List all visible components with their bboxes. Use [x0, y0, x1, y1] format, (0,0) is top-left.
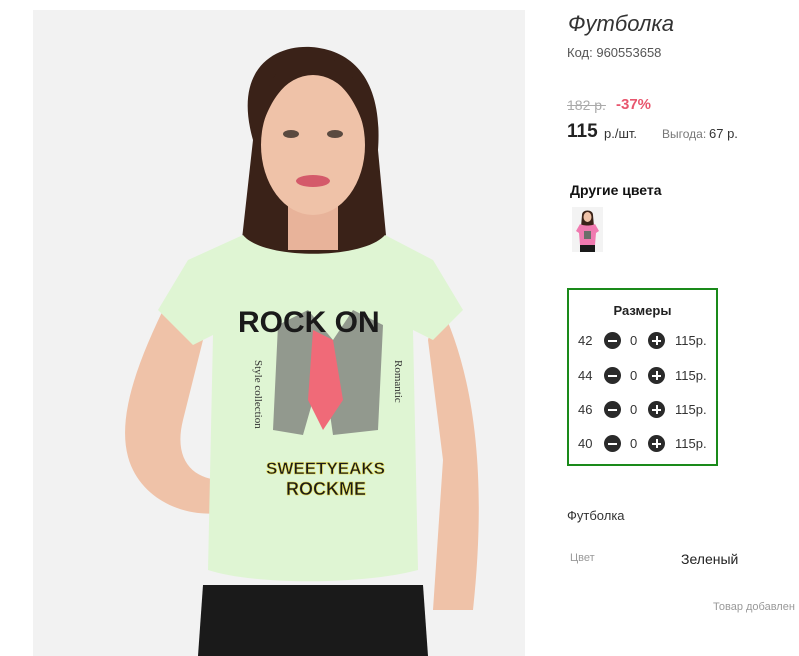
color-label: Цвет [570, 552, 595, 564]
print-rockme: ROCKME [286, 479, 366, 499]
size-label: 40 [578, 436, 593, 451]
code-label: Код: [567, 45, 593, 60]
print-side-right: Romantic [392, 360, 404, 403]
sizes-panel: Размеры 42 0 115р. 44 0 115р. 46 0 115р.… [567, 288, 718, 466]
color-variant-thumbnail[interactable] [572, 207, 603, 252]
size-price: 115р. [675, 402, 707, 417]
product-photo[interactable]: ROCK ON SWEETYEAKS ROCKME Style collecti… [33, 10, 525, 656]
size-price: 115р. [675, 436, 707, 451]
added-notice: Товар добавлен [713, 601, 795, 613]
product-name-secondary: Футболка [567, 508, 625, 523]
minus-icon[interactable] [604, 367, 621, 384]
size-quantity: 0 [630, 333, 638, 348]
size-row: 40 0 115р. [569, 434, 716, 454]
size-label: 46 [578, 402, 593, 417]
size-price: 115р. [675, 368, 707, 383]
size-row: 42 0 115р. [569, 331, 716, 351]
color-value: Зеленый [681, 551, 739, 567]
plus-icon[interactable] [648, 435, 665, 452]
benefit-value: 67 р. [709, 126, 738, 141]
minus-icon[interactable] [604, 435, 621, 452]
sizes-title: Размеры [613, 303, 672, 318]
code-value: 960553658 [596, 45, 662, 60]
discount-badge: -37% [616, 96, 652, 113]
size-label: 42 [578, 333, 593, 348]
size-label: 44 [578, 368, 593, 383]
minus-icon[interactable] [604, 332, 621, 349]
print-sweetyeaks: SWEETYEAKS [266, 459, 385, 478]
product-title: Футболка [568, 11, 674, 36]
plus-icon[interactable] [648, 367, 665, 384]
size-quantity: 0 [630, 368, 638, 383]
price-unit: р./шт. [604, 126, 638, 141]
current-price: 115 [567, 121, 598, 142]
print-rock-on: ROCK ON [238, 306, 380, 339]
print-side-left: Style collection [252, 360, 264, 429]
size-row: 44 0 115р. [569, 366, 716, 386]
benefit-label: Выгода: [662, 127, 707, 141]
plus-icon[interactable] [648, 401, 665, 418]
other-colors-title: Другие цвета [570, 182, 662, 198]
old-price: 182 р. [567, 97, 606, 113]
size-price: 115р. [675, 333, 707, 348]
size-quantity: 0 [630, 436, 638, 451]
size-quantity: 0 [630, 402, 638, 417]
product-code: Код: 960553658 [567, 45, 661, 60]
size-row: 46 0 115р. [569, 400, 716, 420]
minus-icon[interactable] [604, 401, 621, 418]
plus-icon[interactable] [648, 332, 665, 349]
